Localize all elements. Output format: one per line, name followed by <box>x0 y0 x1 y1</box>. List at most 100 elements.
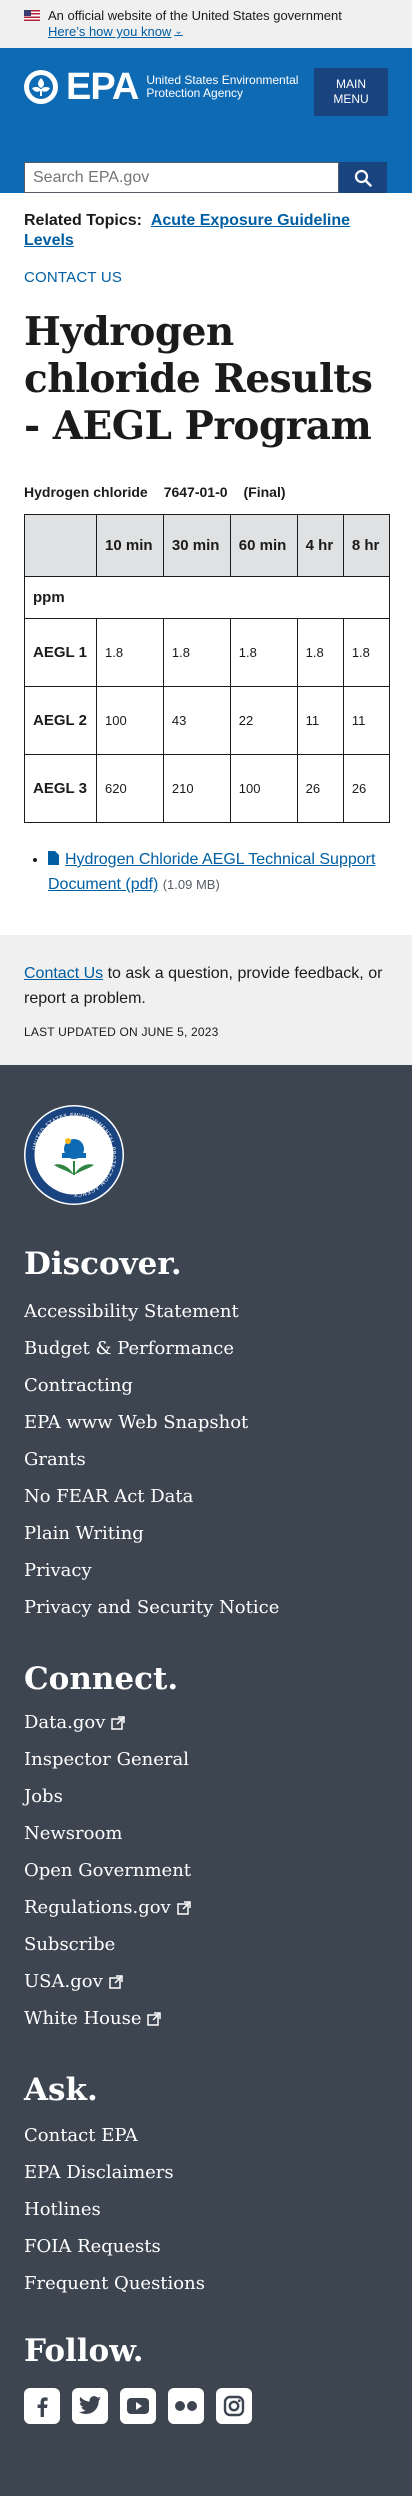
page-title: Hydrogen chloride Results - AEGL Program <box>24 309 373 449</box>
how-you-know-link[interactable]: Here’s how you know ⌄ <box>48 24 183 39</box>
table-row: AEGL 2 100 43 22 11 11 <box>24 686 391 755</box>
table-cell: 1.8 <box>342 618 391 687</box>
contact-us-footer-link[interactable]: Contact Us <box>24 965 103 982</box>
social-icons <box>24 2388 388 2424</box>
table-header-cell: 30 min <box>162 514 231 577</box>
footer-link-subscribe[interactable]: Subscribe <box>24 1926 388 1963</box>
footer-link-web-snapshot[interactable]: EPA www Web Snapshot <box>24 1404 388 1441</box>
footer-link-hotlines[interactable]: Hotlines <box>24 2191 388 2228</box>
cas-number: 7647-01-0 <box>163 484 228 500</box>
footer-link-privacy-security[interactable]: Privacy and Security Notice <box>24 1589 388 1626</box>
related-topics-label: Related Topics: <box>24 212 142 229</box>
table-cell: 43 <box>162 686 231 755</box>
epa-seal-icon: UNITED STATES ENVIRONMENTAL PROTECTION A… <box>25 1106 123 1204</box>
twitter-icon[interactable] <box>72 2388 108 2424</box>
footer-link-plain-writing[interactable]: Plain Writing <box>24 1515 388 1552</box>
us-flag-icon <box>24 9 40 21</box>
related-topics: Related Topics: Acute Exposure Guideline… <box>24 211 388 251</box>
table-header-row: 10 min 30 min 60 min 4 hr 8 hr <box>24 514 391 577</box>
footer-link-faq[interactable]: Frequent Questions <box>24 2265 388 2302</box>
main-content: Related Topics: Acute Exposure Guideline… <box>0 211 412 897</box>
epa-logo-link[interactable]: EPA United States Environmental Protecti… <box>24 68 306 106</box>
footer-ask: Ask. Contact EPA EPA Disclaimers Hotline… <box>24 2071 388 2302</box>
instagram-icon[interactable] <box>216 2388 252 2424</box>
row-label: AEGL 2 <box>24 686 97 755</box>
table-cell: 1.8 <box>162 618 231 687</box>
document-size: (1.09 MB) <box>162 877 220 892</box>
footer-link-data-gov[interactable]: Data.gov <box>24 1704 388 1741</box>
menu-label-line1: Main <box>336 77 366 91</box>
external-link-icon <box>176 1900 191 1915</box>
footer-link-inspector-general[interactable]: Inspector General <box>24 1741 388 1778</box>
footer-discover: Discover. Accessibility Statement Budget… <box>24 1245 388 1626</box>
table-cell: 26 <box>296 754 344 823</box>
table-cell: 11 <box>342 686 391 755</box>
facebook-icon[interactable] <box>24 2388 60 2424</box>
table-header-cell: 4 hr <box>296 514 344 577</box>
contact-text: Contact Us to ask a question, provide fe… <box>24 961 388 1011</box>
footer-link-disclaimers[interactable]: EPA Disclaimers <box>24 2154 388 2191</box>
table-cell: 22 <box>229 686 298 755</box>
footer-link-open-government[interactable]: Open Government <box>24 1852 388 1889</box>
footer-link-contact-epa[interactable]: Contact EPA <box>24 2117 388 2154</box>
search-input[interactable] <box>24 162 339 193</box>
table-cell: 210 <box>162 754 231 823</box>
site-footer: UNITED STATES ENVIRONMENTAL PROTECTION A… <box>0 1065 412 2496</box>
search-icon <box>354 169 372 187</box>
footer-link-contracting[interactable]: Contracting <box>24 1367 388 1404</box>
external-link-icon <box>111 1715 126 1730</box>
table-cell: 100 <box>96 686 164 755</box>
footer-link-no-fear[interactable]: No FEAR Act Data <box>24 1478 388 1515</box>
site-header: EPA United States Environmental Protecti… <box>0 48 412 193</box>
file-icon <box>48 851 59 865</box>
contact-box: Contact Us to ask a question, provide fe… <box>0 935 412 1065</box>
flickr-icon[interactable] <box>168 2388 204 2424</box>
footer-link-jobs[interactable]: Jobs <box>24 1778 388 1815</box>
search-form <box>24 162 387 193</box>
footer-link-grants[interactable]: Grants <box>24 1441 388 1478</box>
ask-heading: Ask. <box>24 2072 98 2108</box>
table-header-cell: 10 min <box>96 514 164 577</box>
chemical-name: Hydrogen chloride <box>24 484 148 500</box>
row-label: AEGL 1 <box>24 618 97 687</box>
table-cell: 26 <box>342 754 391 823</box>
table-cell: 1.8 <box>229 618 298 687</box>
menu-label-line2: Menu <box>333 92 369 106</box>
search-button[interactable] <box>339 162 387 193</box>
footer-follow: Follow. <box>24 2332 388 2424</box>
footer-link-accessibility[interactable]: Accessibility Statement <box>24 1293 388 1330</box>
youtube-icon[interactable] <box>120 2388 156 2424</box>
chevron-down-icon: ⌄ <box>174 26 183 37</box>
document-list: Hydrogen Chloride AEGL Technical Support… <box>24 847 388 897</box>
follow-heading: Follow. <box>24 2333 144 2369</box>
footer-link-foia[interactable]: FOIA Requests <box>24 2228 388 2265</box>
chemical-status: (Final) <box>243 484 286 500</box>
footer-link-white-house[interactable]: White House <box>24 2000 388 2037</box>
table-row: AEGL 3 620 210 100 26 26 <box>24 754 391 823</box>
table-unit-row: ppm <box>24 576 390 619</box>
footer-link-privacy[interactable]: Privacy <box>24 1552 388 1589</box>
epa-seal-logo: UNITED STATES ENVIRONMENTAL PROTECTION A… <box>24 1105 124 1205</box>
list-item: Hydrogen Chloride AEGL Technical Support… <box>48 847 388 897</box>
main-menu-button[interactable]: Main Menu <box>314 68 388 116</box>
contact-us-link[interactable]: CONTACT US <box>24 269 388 286</box>
footer-link-budget[interactable]: Budget & Performance <box>24 1330 388 1367</box>
footer-connect: Connect. Data.gov Inspector General Jobs… <box>24 1660 388 2037</box>
gov-banner: An official website of the United States… <box>0 0 412 48</box>
unit-cell: ppm <box>24 576 390 619</box>
external-link-icon <box>109 1974 123 1989</box>
table-cell: 11 <box>296 686 344 755</box>
table-cell: 100 <box>229 754 298 823</box>
table-header-cell: 8 hr <box>342 514 391 577</box>
official-website-text: An official website of the United States… <box>48 7 342 23</box>
agency-name: United States Environmental Protection A… <box>146 73 299 100</box>
row-label: AEGL 3 <box>24 754 97 823</box>
how-you-know-label: Here’s how you know <box>48 24 172 39</box>
footer-link-regulations-gov[interactable]: Regulations.gov <box>24 1889 388 1926</box>
connect-heading: Connect. <box>24 1661 179 1697</box>
footer-link-newsroom[interactable]: Newsroom <box>24 1815 388 1852</box>
footer-link-usa-gov[interactable]: USA.gov <box>24 1963 388 2000</box>
table-cell: 1.8 <box>96 618 164 687</box>
table-header-cell <box>24 514 97 577</box>
chemical-info: Hydrogen chloride 7647-01-0 (Final) <box>24 484 388 500</box>
